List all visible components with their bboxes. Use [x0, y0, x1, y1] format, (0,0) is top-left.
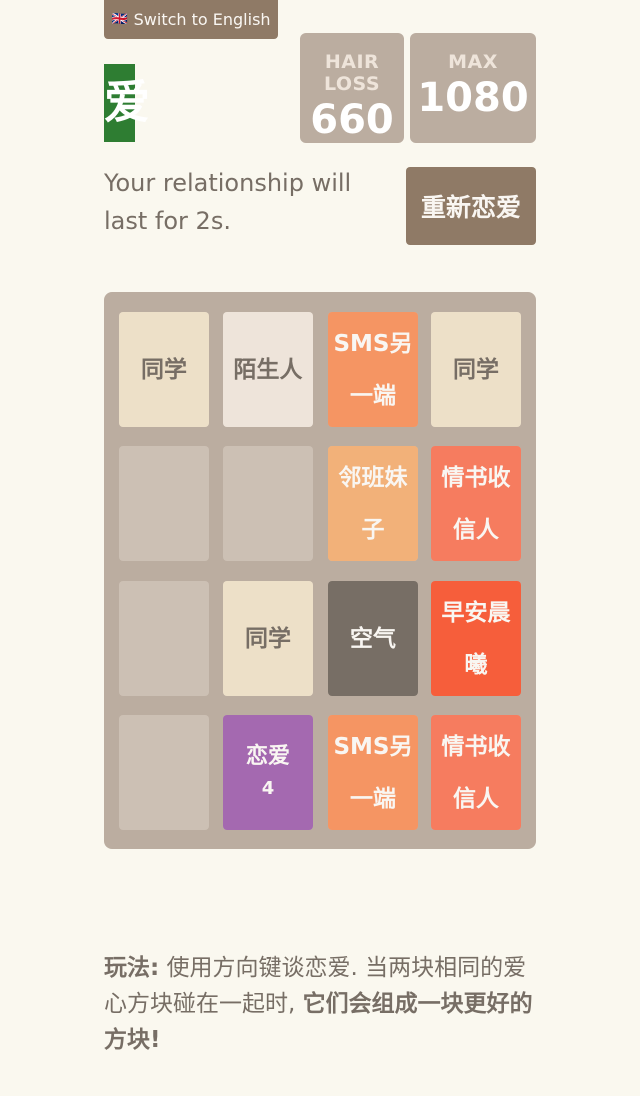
how-to-play: 玩法: 使用方向键谈恋爱. 当两块相同的爱心方块碰在一起时, 它们会组成一块更好… [104, 950, 544, 1058]
tile: 同学 [119, 312, 209, 427]
hair-loss-score-box: HAIR LOSS 660 [300, 33, 404, 143]
tile: 同学 [223, 581, 313, 696]
tile-label: 恋爱 [245, 743, 290, 769]
max-score-label: MAX [448, 51, 498, 73]
tile: 邻班妹子 [328, 446, 418, 561]
tile: 空气 [328, 581, 418, 696]
game-logo: 爱 [104, 64, 150, 142]
grid-cell [119, 581, 209, 696]
tile-label: SMS另一端 [333, 330, 413, 409]
grid-cell [223, 446, 313, 561]
switch-language-button[interactable]: 🇬🇧 Switch to English [104, 0, 278, 39]
tile-level: 4 [261, 777, 275, 799]
tile-label: 空气 [350, 625, 396, 652]
logo-text: 爱 [104, 75, 150, 129]
max-score-box: MAX 1080 [410, 33, 536, 143]
uk-flag-icon: 🇬🇧 [111, 12, 128, 27]
hair-loss-value: 660 [310, 97, 394, 143]
hair-loss-label: HAIR LOSS [323, 51, 381, 95]
tile-label: SMS另一端 [333, 733, 413, 812]
how-to-play-label: 玩法: [104, 955, 160, 981]
tile: SMS另一端 [328, 312, 418, 427]
tile-label: 同学 [245, 625, 291, 652]
tile: 同学 [431, 312, 521, 427]
tile: 情书收信人 [431, 446, 521, 561]
grid-cell [119, 446, 209, 561]
tile: 恋爱 4 [223, 715, 313, 830]
max-score-value: 1080 [417, 75, 529, 121]
grid-cell [119, 715, 209, 830]
tile: 情书收信人 [431, 715, 521, 830]
tile: 陌生人 [223, 312, 313, 427]
tile-label: 同学 [453, 356, 499, 383]
tile: 早安晨曦 [431, 581, 521, 696]
tile: SMS另一端 [328, 715, 418, 830]
tile-label: 同学 [141, 356, 187, 383]
tile-label: 邻班妹子 [338, 464, 408, 543]
intro-text: Your relationship will last for 2s. [104, 169, 352, 235]
tile-label: 陌生人 [233, 356, 303, 383]
switch-language-label: Switch to English [133, 10, 271, 29]
tile-label: 情书收信人 [441, 464, 511, 543]
game-board[interactable]: 同学 陌生人 SMS另一端 同学 邻班妹子 情书收信人 同学 空气 早安晨曦 恋爱 4 SMS另一端情… [104, 292, 536, 849]
tile-label: 情书收信人 [441, 733, 511, 812]
restart-button[interactable]: 重新恋爱 [406, 167, 536, 245]
tile-label: 早安晨曦 [441, 599, 511, 678]
